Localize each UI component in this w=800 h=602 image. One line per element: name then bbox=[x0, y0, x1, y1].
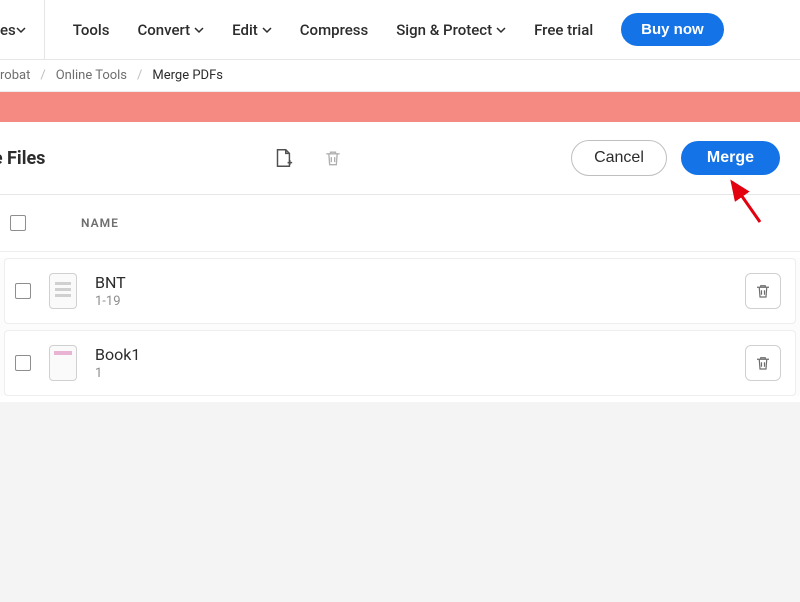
nav-item-sign-protect[interactable]: Sign & Protect bbox=[396, 21, 506, 39]
file-list: BNT 1-19 Book1 1 bbox=[0, 258, 800, 396]
nav-item-partial[interactable]: es bbox=[0, 0, 45, 59]
add-file-icon[interactable] bbox=[272, 147, 294, 169]
file-name: BNT bbox=[95, 273, 745, 292]
buy-now-button[interactable]: Buy now bbox=[621, 13, 724, 46]
breadcrumb: robat / Online Tools / Merge PDFs bbox=[0, 60, 800, 92]
breadcrumb-sep: / bbox=[137, 68, 142, 83]
select-all-checkbox[interactable] bbox=[10, 215, 26, 231]
file-meta: BNT 1-19 bbox=[95, 273, 745, 309]
alert-band bbox=[0, 92, 800, 122]
list-header: NAME bbox=[0, 195, 800, 252]
file-checkbox[interactable] bbox=[15, 283, 31, 299]
nav-item-compress[interactable]: Compress bbox=[300, 21, 368, 39]
delete-file-button[interactable] bbox=[745, 345, 781, 381]
file-thumb-icon bbox=[49, 273, 77, 309]
top-nav: es Tools Convert Edit Compress Sign & Protec… bbox=[0, 0, 800, 60]
nav-item-free-trial[interactable]: Free trial bbox=[534, 21, 593, 39]
nav-item-label: Tools bbox=[73, 21, 110, 39]
cancel-button[interactable]: Cancel bbox=[571, 140, 667, 176]
trash-icon[interactable] bbox=[322, 147, 344, 169]
file-name: Book1 bbox=[95, 345, 745, 364]
chevron-down-icon bbox=[262, 25, 272, 35]
chevron-down-icon bbox=[194, 25, 204, 35]
file-pages: 1 bbox=[95, 366, 745, 381]
cancel-label: Cancel bbox=[594, 149, 644, 166]
file-pages: 1-19 bbox=[95, 294, 745, 309]
merge-label: Merge bbox=[707, 149, 754, 166]
file-thumb-icon bbox=[49, 345, 77, 381]
breadcrumb-sep: / bbox=[40, 68, 45, 83]
breadcrumb-item[interactable]: Online Tools bbox=[56, 68, 127, 83]
file-meta: Book1 1 bbox=[95, 345, 745, 381]
buy-now-label: Buy now bbox=[641, 21, 704, 38]
merge-button[interactable]: Merge bbox=[681, 141, 780, 175]
toolbar: ine Files Cancel Merge bbox=[0, 122, 800, 195]
nav-item-edit[interactable]: Edit bbox=[232, 21, 272, 39]
nav-item-label: es bbox=[0, 21, 16, 39]
nav-item-label: Edit bbox=[232, 21, 258, 39]
nav-item-label: Sign & Protect bbox=[396, 21, 492, 39]
nav-item-label: Convert bbox=[137, 21, 190, 39]
breadcrumb-item[interactable]: robat bbox=[0, 68, 30, 83]
column-header-name: NAME bbox=[81, 216, 119, 230]
nav-item-tools[interactable]: Tools bbox=[73, 21, 110, 39]
nav-item-convert[interactable]: Convert bbox=[137, 21, 204, 39]
file-checkbox[interactable] bbox=[15, 355, 31, 371]
nav-item-label: Free trial bbox=[534, 21, 593, 39]
delete-file-button[interactable] bbox=[745, 273, 781, 309]
page-title: ine Files bbox=[0, 148, 45, 169]
breadcrumb-current: Merge PDFs bbox=[152, 68, 223, 83]
chevron-down-icon bbox=[16, 25, 26, 35]
nav-item-label: Compress bbox=[300, 21, 368, 39]
chevron-down-icon bbox=[496, 25, 506, 35]
file-row[interactable]: Book1 1 bbox=[4, 330, 796, 396]
empty-area bbox=[0, 402, 800, 602]
file-row[interactable]: BNT 1-19 bbox=[4, 258, 796, 324]
